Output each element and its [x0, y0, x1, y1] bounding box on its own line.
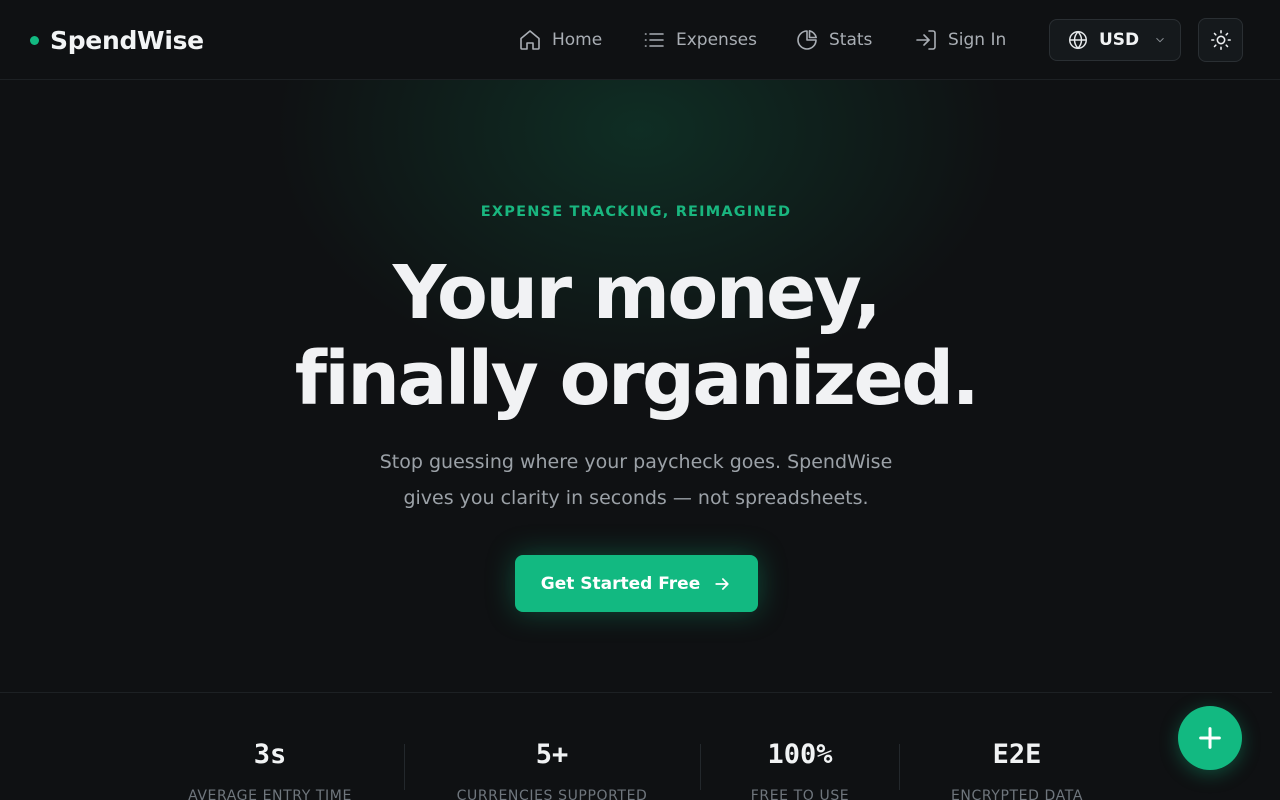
stat-free: 100% FREE TO USE: [720, 738, 880, 800]
brand-logo[interactable]: SpendWise: [30, 22, 204, 58]
stat-label: CURRENCIES SUPPORTED: [456, 788, 648, 800]
hero-eyebrow: EXPENSE TRACKING, REIMAGINED: [480, 204, 792, 220]
chevron-down-icon: [1156, 37, 1165, 43]
globe-icon: [1069, 30, 1087, 50]
add-expense-fab[interactable]: [1178, 706, 1242, 770]
get-started-label: Get Started Free: [540, 573, 701, 594]
hero-headline: Your money, finally organized.: [0, 250, 1272, 422]
stat-divider: [899, 744, 900, 790]
currency-value: USD: [1099, 30, 1140, 50]
pie-chart-icon: [797, 30, 817, 50]
hero-headline-line2: finally organized.: [294, 336, 980, 422]
currency-select[interactable]: USD: [1049, 19, 1181, 61]
arrow-right-icon: [715, 577, 729, 590]
top-navbar: SpendWise Home Expenses Stats Sign In US…: [0, 0, 1280, 80]
stat-entry-time: 3s AVERAGE ENTRY TIME: [170, 738, 370, 800]
hero-headline-line1: Your money,: [392, 250, 882, 336]
get-started-button[interactable]: Get Started Free: [515, 555, 758, 612]
nav-sign-in[interactable]: Sign In: [914, 24, 1006, 56]
stat-label: FREE TO USE: [750, 788, 850, 800]
nav-home[interactable]: Home: [518, 24, 602, 56]
nav-home-label: Home: [552, 30, 603, 50]
stat-value: 5+: [535, 739, 569, 770]
brand-name: SpendWise: [50, 25, 204, 55]
theme-toggle-button[interactable]: [1198, 18, 1243, 62]
home-icon: [520, 30, 540, 50]
sign-in-icon: [916, 30, 936, 50]
stat-label: ENCRYPTED DATA: [950, 788, 1083, 800]
stat-value: 3s: [253, 739, 287, 770]
stat-value: E2E: [992, 739, 1042, 770]
nav-expenses[interactable]: Expenses: [642, 24, 757, 56]
nav-sign-in-label: Sign In: [948, 30, 1007, 50]
stat-currencies: 5+ CURRENCIES SUPPORTED: [442, 738, 662, 800]
stat-value: 100%: [767, 739, 833, 770]
nav-expenses-label: Expenses: [676, 30, 757, 50]
hero-subtext: Stop guessing where your paycheck goes. …: [336, 444, 936, 516]
hero-subtext-line2: gives you clarity in seconds — not sprea…: [403, 487, 869, 509]
brand-dot-icon: [30, 35, 39, 45]
hero-subtext-line1: Stop guessing where your paycheck goes. …: [379, 451, 893, 473]
stat-divider: [404, 744, 405, 790]
stat-label: AVERAGE ENTRY TIME: [188, 788, 352, 800]
plus-icon: [1199, 727, 1221, 749]
stat-encrypted: E2E ENCRYPTED DATA: [927, 738, 1107, 800]
nav-stats-label: Stats: [829, 30, 873, 50]
nav-stats[interactable]: Stats: [795, 24, 872, 56]
sun-icon: [1210, 30, 1231, 50]
stat-divider: [700, 744, 701, 790]
list-icon: [644, 33, 664, 47]
